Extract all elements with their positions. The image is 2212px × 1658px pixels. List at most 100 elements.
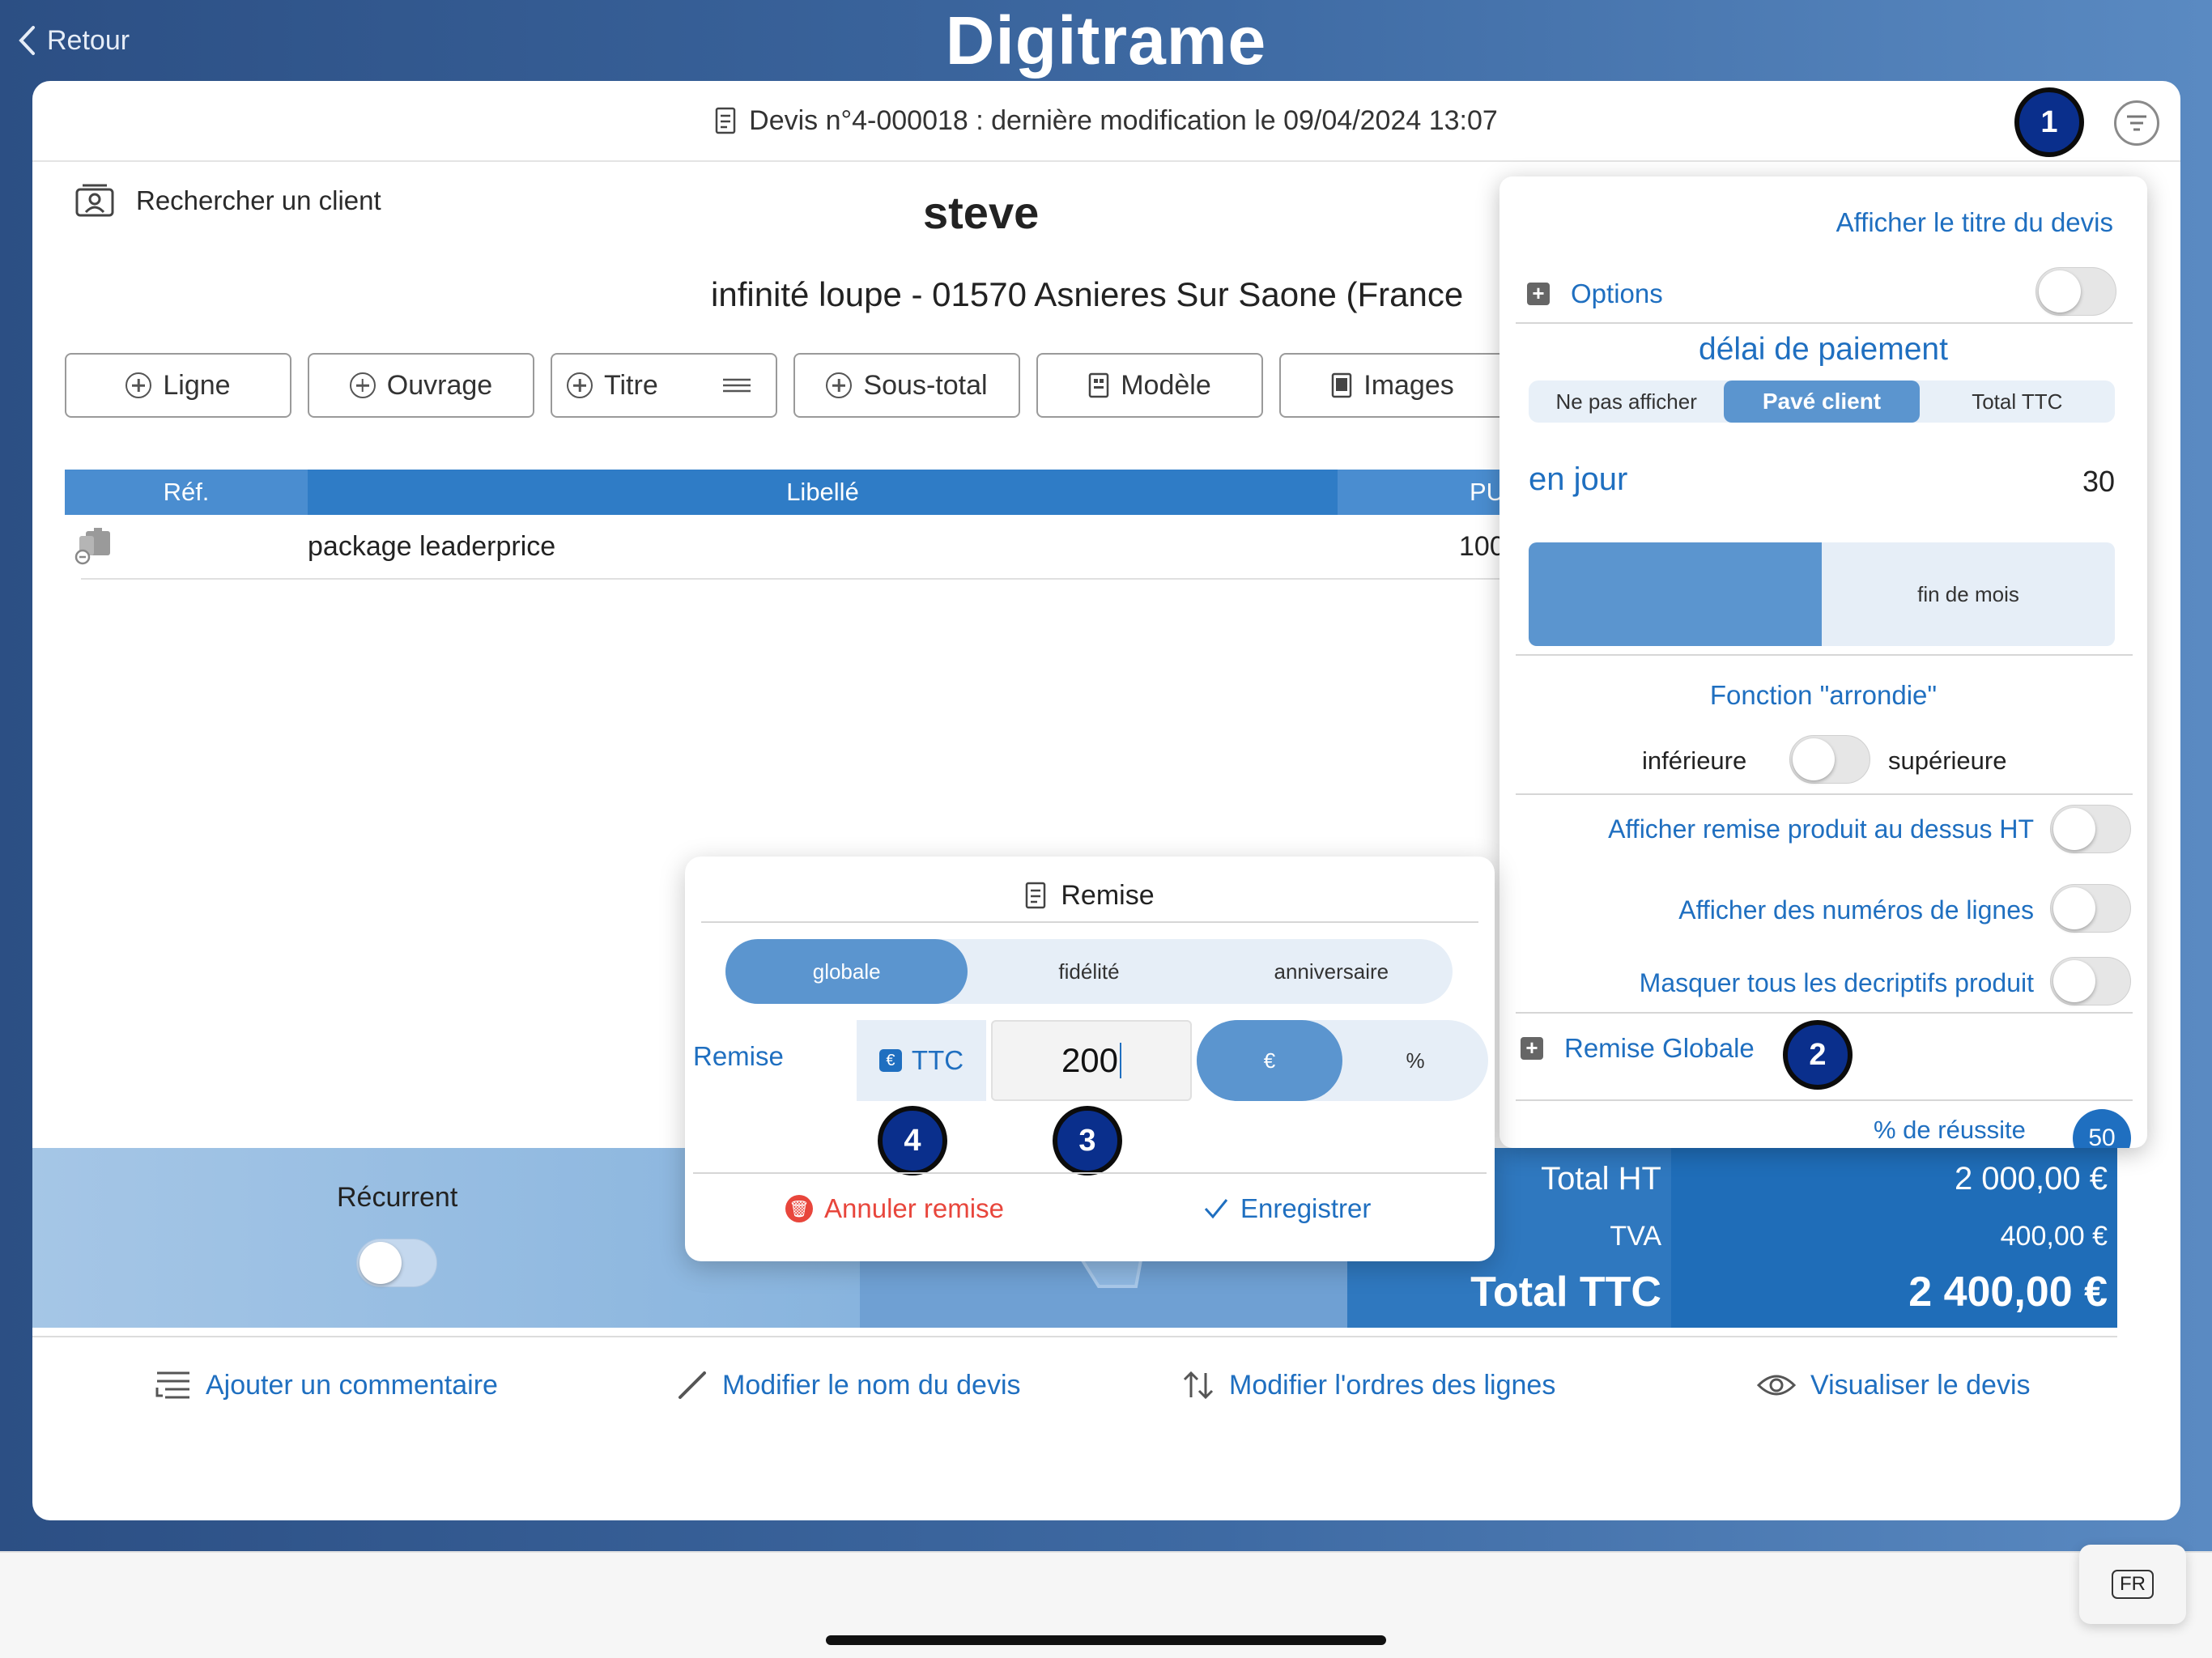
add-line-button[interactable]: Ligne — [65, 353, 291, 418]
add-icon — [567, 372, 593, 398]
popup-header: Remise — [685, 871, 1495, 920]
hide-descriptions-option: Masquer tous les decriptifs produit — [1639, 968, 2034, 997]
delai-option-total[interactable]: Total TTC — [1920, 380, 2115, 423]
tva-label: TVA — [1610, 1221, 1661, 1252]
inferieure-label: inférieure — [1642, 746, 1747, 775]
filter-lines-icon — [2127, 115, 2146, 131]
client-search-button[interactable]: Rechercher un client — [74, 176, 381, 225]
total-ht-label: Total HT — [1541, 1161, 1661, 1197]
document-header: Devis n°4-000018 : dernière modification… — [32, 81, 2180, 162]
success-rate-value[interactable]: 50 — [2073, 1109, 2131, 1148]
en-jour-label: en jour — [1529, 461, 1628, 497]
discount-amount-input[interactable]: 200 — [991, 1020, 1192, 1101]
product-discount-toggle[interactable] — [2050, 805, 2131, 853]
annotation-badge-3: 3 — [1053, 1106, 1122, 1175]
add-subtotal-label: Sous-total — [863, 369, 988, 401]
app-logo: Digitrame — [945, 2, 1267, 79]
eye-icon — [1757, 1375, 1796, 1396]
plus-icon: + — [1527, 283, 1550, 305]
add-icon — [125, 372, 152, 398]
preview-quote-label: Visualiser le devis — [1810, 1369, 2031, 1401]
month-mode-option-1[interactable] — [1529, 542, 1822, 646]
back-button[interactable]: Retour — [18, 18, 130, 63]
document-icon — [1026, 882, 1046, 909]
client-address: infinité loupe - 01570 Asnieres Sur Saon… — [711, 275, 1464, 313]
add-ouvrage-label: Ouvrage — [386, 369, 493, 401]
add-title-button[interactable]: Titre — [551, 353, 777, 418]
add-ouvrage-button[interactable]: Ouvrage — [308, 353, 534, 418]
template-label: Modèle — [1121, 369, 1211, 401]
delai-option-none[interactable]: Ne pas afficher — [1529, 380, 1724, 423]
chevron-left-icon — [19, 26, 35, 55]
arrondie-title: Fonction "arrondie" — [1709, 680, 1938, 710]
save-discount-label: Enregistrer — [1240, 1193, 1372, 1223]
language-label: FR — [2112, 1570, 2154, 1599]
save-discount-button[interactable]: Enregistrer — [1203, 1193, 1371, 1224]
totals-values: 2 000,00 € 400,00 € 2 400,00 € — [1671, 1148, 2117, 1328]
reorder-lines-button[interactable]: Modifier l'ordres des lignes — [1182, 1337, 1555, 1433]
add-comment-button[interactable]: Ajouter un commentaire — [155, 1337, 498, 1433]
tab-fidelite[interactable]: fidélité — [968, 939, 1210, 1004]
document-title: Devis n°4-000018 : dernière modification… — [749, 104, 1498, 136]
tab-anniversaire[interactable]: anniversaire — [1210, 939, 1453, 1004]
preview-quote-button[interactable]: Visualiser le devis — [1757, 1337, 2031, 1433]
delai-title: délai de paiement — [1699, 332, 1948, 367]
rename-quote-label: Modifier le nom du devis — [722, 1369, 1021, 1401]
discount-amount-value: 200 — [1061, 1041, 1119, 1079]
unit-euro[interactable]: € — [1197, 1020, 1342, 1101]
en-jour-value[interactable]: 30 — [2082, 465, 2115, 499]
cancel-discount-button[interactable]: 🗑 Annuler remise — [785, 1193, 1004, 1224]
reorder-lines-label: Modifier l'ordres des lignes — [1229, 1369, 1556, 1401]
add-title-label: Titre — [604, 369, 658, 401]
document-icon — [715, 107, 736, 134]
header-libelle: Libellé — [308, 470, 1338, 515]
success-rate-label: % de réussite — [1874, 1116, 2026, 1144]
total-ttc-value: 2 400,00 € — [1908, 1269, 2108, 1316]
ttc-button[interactable]: € TTC — [857, 1020, 986, 1101]
lines-table-header: Réf. Libellé PU HT — [65, 470, 1555, 515]
discount-type-tabs: globale fidélité anniversaire — [725, 939, 1453, 1004]
show-title-option[interactable]: Afficher le titre du devis — [1836, 207, 2113, 238]
add-line-label: Ligne — [163, 369, 231, 401]
options-panel: Afficher le titre du devis + Options dél… — [1499, 176, 2147, 1148]
language-button[interactable]: FR — [2079, 1545, 2186, 1624]
rounding-toggle[interactable] — [1789, 735, 1870, 784]
options-row[interactable]: + Options — [1527, 278, 1663, 309]
tab-globale[interactable]: globale — [725, 939, 968, 1004]
trash-icon: 🗑 — [785, 1195, 813, 1222]
row-divider — [81, 578, 1555, 580]
back-label: Retour — [47, 24, 130, 56]
home-indicator — [826, 1635, 1386, 1645]
options-toggle[interactable] — [2035, 267, 2116, 316]
total-ttc-label: Total TTC — [1470, 1269, 1661, 1316]
pencil-icon — [678, 1371, 706, 1399]
images-button[interactable]: Images — [1279, 353, 1506, 418]
hide-descriptions-toggle[interactable] — [2050, 957, 2131, 1005]
recurrent-toggle[interactable] — [356, 1239, 437, 1287]
line-numbers-toggle[interactable] — [2050, 884, 2131, 933]
delai-option-client[interactable]: Pavé client — [1724, 380, 1920, 423]
plus-icon: + — [1521, 1037, 1543, 1060]
cancel-discount-label: Annuler remise — [824, 1193, 1004, 1223]
text-cursor — [1120, 1043, 1122, 1078]
superieure-label: supérieure — [1888, 746, 2007, 775]
comment-lines-icon — [155, 1371, 189, 1399]
checkmark-icon — [1204, 1199, 1228, 1219]
options-menu-button[interactable] — [2114, 100, 2159, 146]
discount-popup: Remise globale fidélité anniversaire Rem… — [685, 857, 1495, 1261]
remise-label: Remise — [693, 1041, 784, 1071]
global-discount-label: Remise Globale — [1564, 1033, 1755, 1063]
recurrent-label: Récurrent — [337, 1182, 458, 1213]
table-row[interactable]: package leaderprice 1000, — [65, 517, 1571, 580]
images-label: Images — [1363, 369, 1454, 401]
month-mode-end-of-month[interactable]: fin de mois — [1822, 542, 2115, 646]
sort-arrows-icon — [1183, 1371, 1214, 1400]
unit-percent[interactable]: % — [1342, 1020, 1488, 1101]
header-ref: Réf. — [65, 470, 308, 515]
global-discount-row[interactable]: + Remise Globale — [1521, 1033, 1755, 1064]
add-subtotal-button[interactable]: Sous-total — [793, 353, 1020, 418]
contact-card-icon — [75, 184, 114, 217]
rename-quote-button[interactable]: Modifier le nom du devis — [677, 1337, 1021, 1433]
client-name: steve — [923, 187, 1040, 238]
template-button[interactable]: Modèle — [1036, 353, 1263, 418]
